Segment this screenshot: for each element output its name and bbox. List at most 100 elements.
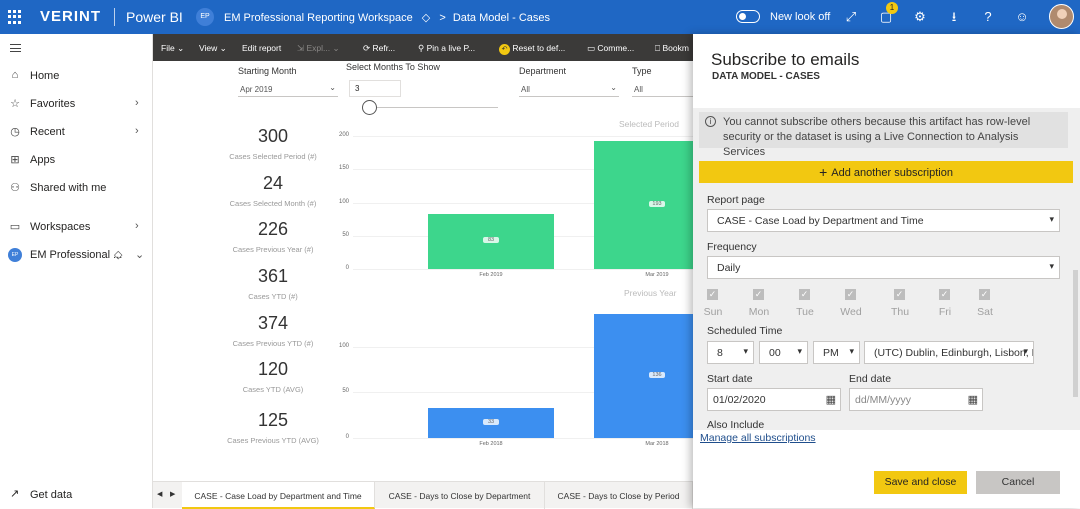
breadcrumb: EM Professional Reporting Workspace ◇ > … xyxy=(224,11,550,24)
subscription-form: i You cannot subscribe others because th… xyxy=(693,108,1080,430)
chevron-down-icon: ⌄ xyxy=(329,83,336,92)
day-checkbox-tue[interactable]: ✓ xyxy=(799,289,810,300)
avatar[interactable] xyxy=(1049,4,1074,29)
report-page-dropdown[interactable]: CASE - Case Load by Department and Time ▾ xyxy=(707,209,1060,232)
day-label: Sat xyxy=(977,306,993,318)
expand-icon[interactable]: ⤢ xyxy=(841,7,861,27)
comments-button[interactable]: ▭ Comme... xyxy=(587,43,634,54)
tab-scroll-right-icon[interactable]: ▶ xyxy=(170,490,175,498)
top-bar: VERINT Power BI EP EM Professional Repor… xyxy=(0,0,1080,34)
months-to-show-input[interactable]: 3 xyxy=(349,80,401,97)
tab-days-by-period[interactable]: CASE - Days to Close by Period xyxy=(545,482,693,509)
dropdown-arrow-icon: ▾ xyxy=(797,346,802,356)
dropdown-arrow-icon: ▾ xyxy=(849,346,854,356)
feedback-icon[interactable]: ☺ xyxy=(1012,7,1032,27)
panel-title: Subscribe to emails xyxy=(711,50,860,69)
starting-month-label: Starting Month xyxy=(238,66,297,76)
settings-icon[interactable]: ⚙ xyxy=(910,7,930,27)
bookmarks-button[interactable]: ⎕ Bookm xyxy=(655,43,689,54)
minute-dropdown[interactable]: 00 ▾ xyxy=(759,341,808,364)
sidebar-item-label: Workspaces xyxy=(30,221,91,233)
day-checkbox-wed[interactable]: ✓ xyxy=(845,289,856,300)
apps-icon: ⊞ xyxy=(10,154,20,166)
chevron-down-icon[interactable]: ⌄ xyxy=(135,248,144,261)
download-icon[interactable]: ⭳ xyxy=(944,7,964,27)
file-menu[interactable]: File ⌄ xyxy=(161,43,184,54)
months-slider-handle[interactable] xyxy=(362,100,377,115)
arrow-up-right-icon: ↗ xyxy=(10,488,20,500)
y-tick-label: 0 xyxy=(345,265,349,271)
view-menu[interactable]: View ⌄ xyxy=(199,43,227,54)
app-launcher-icon[interactable] xyxy=(8,10,22,24)
start-date-input[interactable]: 01/02/2020 ▦ xyxy=(707,388,841,411)
sidebar-item-label: EM Professional ... xyxy=(30,249,123,261)
kpi-value: 300 xyxy=(257,126,289,146)
chevron-right-icon[interactable]: › xyxy=(135,220,139,232)
add-subscription-button[interactable]: + Add another subscription xyxy=(699,161,1073,183)
save-and-close-button[interactable]: Save and close xyxy=(874,471,967,494)
sidebar-item-recent[interactable]: ◷ Recent › xyxy=(0,121,153,143)
kpi-label: Cases Selected Period (#) xyxy=(229,152,317,161)
chevron-right-icon[interactable]: › xyxy=(135,125,139,137)
chevron-down-icon: ⌄ xyxy=(610,83,617,92)
breadcrumb-workspace[interactable]: EM Professional Reporting Workspace xyxy=(224,12,413,24)
breadcrumb-report[interactable]: Data Model - Cases xyxy=(453,12,550,24)
product-name[interactable]: Power BI xyxy=(126,9,183,25)
gridline xyxy=(353,438,693,439)
y-tick-label: 50 xyxy=(342,231,349,238)
hamburger-menu-icon[interactable] xyxy=(10,44,21,52)
y-tick-label: 200 xyxy=(338,132,349,138)
reset-to-default-button[interactable]: ↶ Reset to def... xyxy=(499,43,565,55)
panel-subtitle: DATA MODEL - CASES xyxy=(712,71,820,82)
ampm-dropdown[interactable]: PM ▾ xyxy=(813,341,860,364)
department-dropdown[interactable]: All ⌄ xyxy=(519,82,619,97)
kpi-value: 24 xyxy=(262,173,284,193)
edit-report-button[interactable]: Edit report xyxy=(242,43,281,53)
manage-subscriptions-link[interactable]: Manage all subscriptions xyxy=(700,432,816,444)
start-date-label: Start date xyxy=(707,373,753,385)
end-date-input[interactable]: dd/MM/yyyy ▦ xyxy=(849,388,983,411)
day-checkbox-mon[interactable]: ✓ xyxy=(753,289,764,300)
sidebar-item-label: Favorites xyxy=(30,98,76,110)
pin-live-page-button[interactable]: ⚲ Pin a live P... xyxy=(418,43,475,54)
day-checkbox-thu[interactable]: ✓ xyxy=(894,289,905,300)
workspace-badge-icon: EP xyxy=(196,8,214,26)
explore-button[interactable]: ⇲ Expl... ⌄ xyxy=(297,43,340,54)
x-tick-label: Feb 2018 xyxy=(479,441,503,447)
sidebar-item-home[interactable]: ⌂ Home xyxy=(0,65,153,87)
info-message: i You cannot subscribe others because th… xyxy=(699,112,1068,158)
tab-case-load[interactable]: CASE - Case Load by Department and Time xyxy=(182,482,375,509)
frequency-label: Frequency xyxy=(707,241,757,253)
hour-dropdown[interactable]: 8 ▾ xyxy=(707,341,754,364)
starting-month-dropdown[interactable]: Apr 2019 ⌄ xyxy=(238,82,338,97)
y-tick-label: 150 xyxy=(338,165,349,172)
day-label: Thu xyxy=(890,306,910,318)
brand-logo[interactable]: VERINT xyxy=(40,8,101,25)
months-slider-track[interactable] xyxy=(370,107,498,108)
cancel-button[interactable]: Cancel xyxy=(976,471,1060,494)
refresh-button[interactable]: ⟳ Refr... xyxy=(363,43,395,54)
chevron-right-icon[interactable]: › xyxy=(135,97,139,109)
sidebar-item-em-professional[interactable]: EP EM Professional ... ◇ ⌄ xyxy=(0,244,153,266)
frequency-dropdown[interactable]: Daily ▾ xyxy=(707,256,1060,279)
new-look-toggle[interactable] xyxy=(736,10,760,23)
day-checkbox-fri[interactable]: ✓ xyxy=(939,289,950,300)
sidebar-item-shared[interactable]: ⚇ Shared with me xyxy=(0,177,153,199)
sidebar-item-workspaces[interactable]: ▭ Workspaces › xyxy=(0,216,153,238)
sidebar-item-label: Apps xyxy=(30,154,56,166)
panel-scrollbar[interactable] xyxy=(1073,270,1078,397)
tab-scroll-left-icon[interactable]: ◀ xyxy=(157,490,162,498)
info-icon: i xyxy=(705,116,716,127)
sidebar-item-apps[interactable]: ⊞ Apps xyxy=(0,149,153,171)
get-data-button[interactable]: ↗ Get data xyxy=(0,485,153,505)
timezone-dropdown[interactable]: (UTC) Dublin, Edinburgh, Lisbon, L ▾ xyxy=(864,341,1034,364)
months-to-show-label: Select Months To Show xyxy=(346,62,440,72)
help-icon[interactable]: ? xyxy=(978,7,998,27)
tab-days-by-department[interactable]: CASE - Days to Close by Department xyxy=(375,482,545,509)
day-checkbox-sun[interactable]: ✓ xyxy=(707,289,718,300)
day-label: Sun xyxy=(703,306,723,318)
sidebar-item-favorites[interactable]: ☆ Favorites › xyxy=(0,93,153,115)
type-dropdown[interactable]: All xyxy=(632,82,693,97)
home-icon: ⌂ xyxy=(11,69,19,81)
day-checkbox-sat[interactable]: ✓ xyxy=(979,289,990,300)
